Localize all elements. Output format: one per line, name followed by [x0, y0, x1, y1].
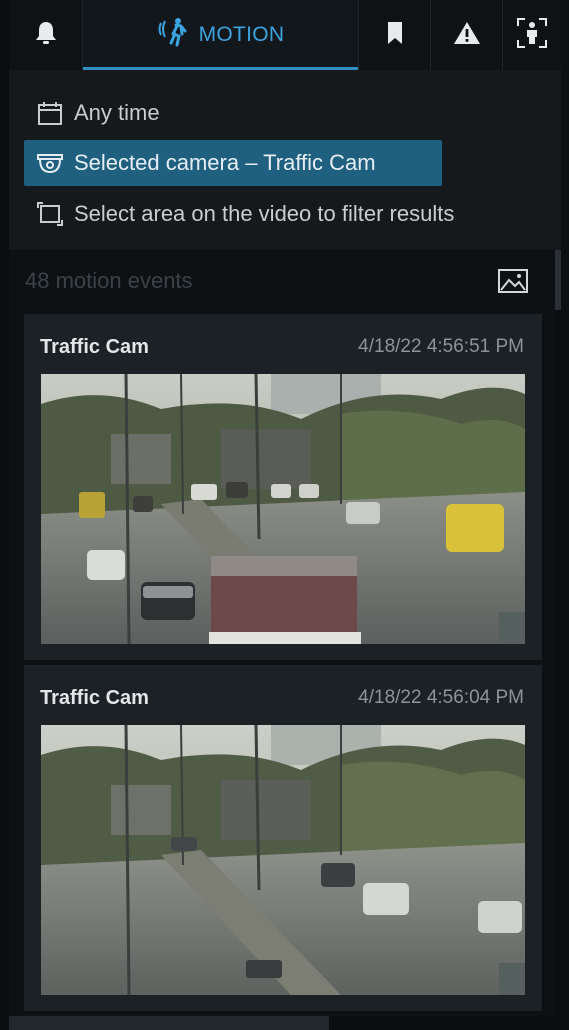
tab-notifications[interactable]: [9, 0, 83, 70]
results-scrollbar-thumb[interactable]: [555, 250, 561, 310]
results-header: 48 motion events: [9, 250, 561, 310]
area-filter-label: Select area on the video to filter resul…: [74, 201, 455, 226]
filter-section: Any time Selected camera – Traffic Cam S…: [9, 70, 561, 250]
tab-person-detection[interactable]: [503, 0, 561, 70]
bell-icon: [35, 20, 57, 51]
results-list[interactable]: 48 motion events Traffic Cam 4/18/22 4:5…: [9, 250, 561, 1030]
right-edge: [561, 0, 569, 1030]
image-view-icon[interactable]: [497, 268, 529, 294]
motion-icon: [157, 17, 191, 54]
event-camera-name: Traffic Cam: [40, 336, 149, 358]
horizontal-scrollbar[interactable]: [9, 1016, 561, 1030]
camera-filter-label: Selected camera – Traffic Cam: [74, 150, 376, 175]
horizontal-scrollbar-thumb[interactable]: [9, 1016, 329, 1030]
event-thumbnail[interactable]: [41, 374, 525, 644]
motion-search-panel: MOTION Any time Selected camera – Traffi…: [0, 0, 569, 1030]
motion-event-card[interactable]: Traffic Cam 4/18/22 4:56:51 PM: [24, 314, 542, 660]
event-timestamp: 4/18/22 4:56:04 PM: [358, 687, 524, 708]
motion-event-card[interactable]: Traffic Cam 4/18/22 4:56:04 PM: [24, 665, 542, 1011]
time-filter-label: Any time: [74, 100, 160, 125]
event-timestamp: 4/18/22 4:56:51 PM: [358, 336, 524, 357]
event-camera-name: Traffic Cam: [40, 687, 149, 709]
tab-bar: MOTION: [9, 0, 561, 70]
area-filter[interactable]: Select area on the video to filter resul…: [24, 191, 464, 237]
results-scrollbar[interactable]: [555, 250, 561, 1030]
dome-camera-icon: [36, 150, 64, 176]
calendar-icon: [36, 100, 64, 126]
alert-icon: [453, 21, 481, 50]
tab-bookmarks[interactable]: [359, 0, 431, 70]
time-filter[interactable]: Any time: [24, 90, 170, 136]
tab-motion[interactable]: MOTION: [83, 0, 359, 70]
camera-filter[interactable]: Selected camera – Traffic Cam: [24, 140, 442, 186]
tab-alerts[interactable]: [431, 0, 503, 70]
left-edge: [0, 0, 9, 1030]
tab-motion-label: MOTION: [198, 23, 285, 46]
event-thumbnail[interactable]: [41, 725, 525, 995]
bookmark-icon: [387, 21, 403, 50]
person-detect-icon: [517, 17, 547, 53]
results-count: 48 motion events: [25, 268, 193, 293]
select-area-icon: [36, 201, 64, 227]
